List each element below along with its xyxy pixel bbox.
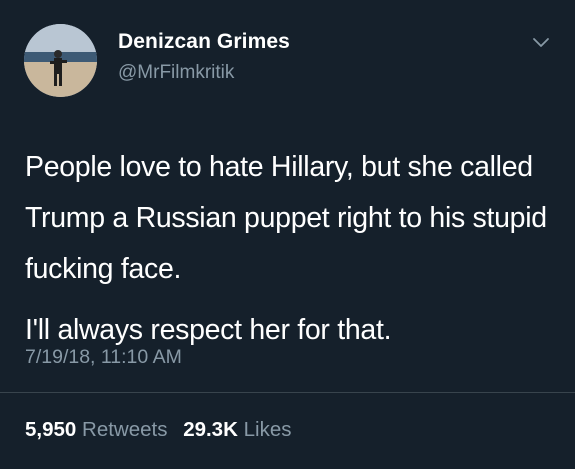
author-name[interactable]: Denizcan Grimes [118,30,290,54]
likes-count: 29.3K [183,418,238,441]
tweet-card: Denizcan Grimes @MrFilmkritik People lov… [0,0,575,469]
tweet-paragraph: People love to hate Hillary, but she cal… [25,151,547,285]
likes-stat[interactable]: 29.3K Likes [183,418,291,442]
avatar[interactable] [24,24,97,97]
author-handle[interactable]: @MrFilmkritik [118,62,234,84]
avatar-photo [24,24,97,97]
chevron-down-icon[interactable] [532,36,550,50]
retweets-count: 5,950 [25,418,77,441]
tweet-text: People love to hate Hillary, but she cal… [25,142,560,356]
tweet-timestamp[interactable]: 7/19/18, 11:10 AM [25,346,182,369]
retweets-label: Retweets [82,418,168,441]
likes-label: Likes [243,418,292,441]
retweets-stat[interactable]: 5,950 Retweets [25,418,167,442]
tweet-stats: 5,950 Retweets 29.3K Likes [25,418,301,442]
divider [0,392,575,393]
